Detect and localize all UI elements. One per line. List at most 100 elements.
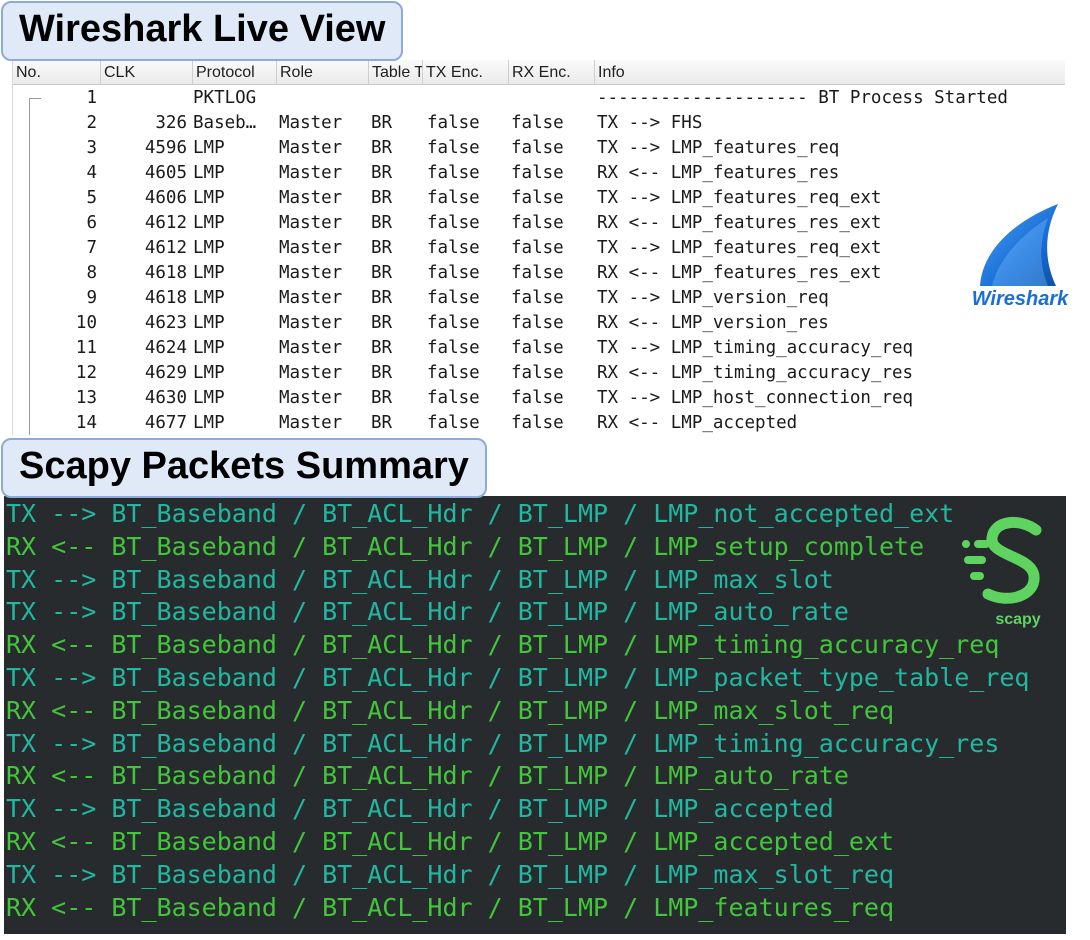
column-header-clk[interactable]: CLK — [101, 60, 193, 84]
packet-tx-enc: false — [427, 313, 480, 333]
packet-row[interactable]: 12 4629 LMP Master BR false false RX <-- LMP_ti… — [13, 361, 1065, 386]
packet-clk: 4630 — [144, 388, 187, 408]
packet-number: 2 — [86, 113, 97, 133]
wireshark-packet-list[interactable]: No. CLK Protocol Role Table T TX Enc. RX… — [12, 60, 1065, 435]
packet-tx-enc: false — [427, 388, 480, 408]
packet-number: 6 — [86, 213, 97, 233]
packet-table-type: BR — [371, 313, 393, 333]
column-header-protocol[interactable]: Protocol — [193, 60, 277, 84]
wireshark-fin-icon — [980, 204, 1058, 286]
packet-info: RX <-- LMP_timing_accuracy_res — [597, 363, 914, 383]
packet-info: TX --> LMP_timing_accuracy_req — [597, 338, 914, 358]
packet-role: Master — [279, 213, 343, 233]
packet-rx-enc: false — [511, 313, 564, 333]
packet-number: 13 — [75, 388, 97, 408]
column-header-no[interactable]: No. — [13, 60, 101, 84]
packet-protocol: LMP — [193, 288, 225, 308]
packet-info: -------------------- BT Process Started — [597, 88, 1008, 108]
packet-number: 5 — [86, 188, 97, 208]
wireshark-logo: Wireshark — [962, 200, 1078, 312]
packet-clk: 4612 — [144, 238, 187, 258]
packet-protocol: LMP — [193, 263, 225, 283]
packet-protocol: Baseb… — [193, 113, 257, 133]
packet-role: Master — [279, 338, 343, 358]
packet-protocol: LMP — [193, 163, 225, 183]
packet-protocol: LMP — [193, 188, 225, 208]
packet-row[interactable]: 3 4596 LMP Master BR false false TX --> LMP_fea… — [13, 136, 1065, 161]
packet-tx-enc: false — [427, 263, 480, 283]
packet-protocol: LMP — [193, 363, 225, 383]
packet-role: Master — [279, 388, 343, 408]
packet-row[interactable]: 7 4612 LMP Master BR false false TX --> LMP_fea… — [13, 236, 1065, 261]
packet-rx-enc: false — [511, 288, 564, 308]
scapy-logo-text: scapy — [995, 611, 1040, 628]
packet-table-type: BR — [371, 338, 393, 358]
scapy-terminal[interactable]: TX --> BT_Baseband / BT_ACL_Hdr / BT_LMP… — [4, 496, 1066, 934]
packet-clk: 326 — [155, 113, 187, 133]
packet-row[interactable]: 10 4623 LMP Master BR false false RX <-- LMP_ve… — [13, 311, 1065, 336]
packet-rx-enc: false — [511, 138, 564, 158]
packet-tx-enc: false — [427, 413, 480, 433]
column-header-table-type[interactable]: Table T — [369, 60, 423, 84]
packet-row[interactable]: 13 4630 LMP Master BR false false TX --> LMP_ho… — [13, 386, 1065, 411]
packet-tx-enc: false — [427, 163, 480, 183]
packet-rx-enc: false — [511, 338, 564, 358]
packet-row[interactable]: 5 4606 LMP Master BR false false TX --> LMP_fea… — [13, 186, 1065, 211]
packet-row[interactable]: 4 4605 LMP Master BR false false RX <-- LMP_fea… — [13, 161, 1065, 186]
packet-row[interactable]: 9 4618 LMP Master BR false false TX --> LMP_ver… — [13, 286, 1065, 311]
packet-role: Master — [279, 163, 343, 183]
packet-table-type: BR — [371, 263, 393, 283]
packet-row[interactable]: 11 4624 LMP Master BR false false TX --> LMP_ti… — [13, 336, 1065, 361]
packet-table-type — [371, 86, 423, 111]
column-header-tx-enc[interactable]: TX Enc. — [423, 60, 509, 84]
packet-number: 7 — [86, 238, 97, 258]
packet-clk — [101, 86, 187, 111]
packet-number: 9 — [86, 288, 97, 308]
scapy-packet-line: TX --> BT_Baseband / BT_ACL_Hdr / BT_LMP… — [6, 728, 1000, 758]
packet-number: 8 — [86, 263, 97, 283]
packet-tx-enc: false — [427, 338, 480, 358]
packet-tx-enc: false — [427, 238, 480, 258]
scapy-packet-line: RX <-- BT_Baseband / BT_ACL_Hdr / BT_LMP… — [6, 827, 895, 856]
scapy-packet-line: TX --> BT_Baseband / BT_ACL_Hdr / BT_LMP… — [6, 663, 1030, 692]
column-header-rx-enc[interactable]: RX Enc. — [509, 60, 595, 84]
packet-list-header: No. CLK Protocol Role Table T TX Enc. RX… — [13, 60, 1065, 85]
column-header-role[interactable]: Role — [277, 60, 369, 84]
packet-protocol: LMP — [193, 238, 225, 258]
packet-table-type: BR — [371, 213, 393, 233]
packet-table-type: BR — [371, 413, 393, 433]
packet-tx-enc: false — [427, 288, 480, 308]
scapy-section-title: Scapy Packets Summary — [1, 438, 487, 498]
packet-tx-enc — [427, 86, 511, 111]
packet-row[interactable]: 1 PKTLOG -------------------- BT Process S… — [13, 86, 1065, 111]
packet-rx-enc: false — [511, 263, 564, 283]
packet-rx-enc: false — [511, 113, 564, 133]
packet-clk: 4624 — [144, 338, 187, 358]
packet-info: TX --> LMP_features_req — [597, 138, 840, 158]
packet-info: TX --> LMP_host_connection_req — [597, 388, 914, 408]
packet-clk: 4618 — [144, 263, 187, 283]
packet-role: Master — [279, 288, 343, 308]
packet-protocol: PKTLOG — [193, 88, 257, 108]
packet-number: 3 — [86, 138, 97, 158]
packet-number: 10 — [75, 313, 97, 333]
packet-protocol: LMP — [193, 388, 225, 408]
packet-table-type: BR — [371, 288, 393, 308]
column-header-info[interactable]: Info — [595, 60, 1065, 84]
packet-row[interactable]: 14 4677 LMP Master BR false false RX <-- LMP_ac… — [13, 411, 1065, 435]
packet-rx-enc — [511, 86, 595, 111]
packet-row[interactable]: 6 4612 LMP Master BR false false RX <-- LMP_fea… — [13, 211, 1065, 236]
packet-number: 1 — [86, 88, 97, 108]
packet-protocol: LMP — [193, 413, 225, 433]
scapy-packet-line: RX <-- BT_Baseband / BT_ACL_Hdr / BT_LMP… — [6, 695, 895, 725]
scapy-packet-line: RX <-- BT_Baseband / BT_ACL_Hdr / BT_LMP… — [6, 892, 895, 922]
packet-row[interactable]: 8 4618 LMP Master BR false false RX <-- LMP_fea… — [13, 261, 1065, 286]
scapy-packet-line: RX <-- BT_Baseband / BT_ACL_Hdr / BT_LMP… — [6, 531, 925, 561]
packet-role: Master — [279, 413, 343, 433]
packet-row[interactable]: 2 326 Baseb… Master BR false false TX --> FHS — [13, 111, 1065, 136]
scapy-packet-line: TX --> BT_Baseband / BT_ACL_Hdr / BT_LMP… — [6, 564, 834, 594]
packet-role: Master — [279, 363, 343, 383]
packet-rx-enc: false — [511, 363, 564, 383]
packet-clk: 4623 — [144, 313, 187, 333]
packet-rx-enc: false — [511, 413, 564, 433]
